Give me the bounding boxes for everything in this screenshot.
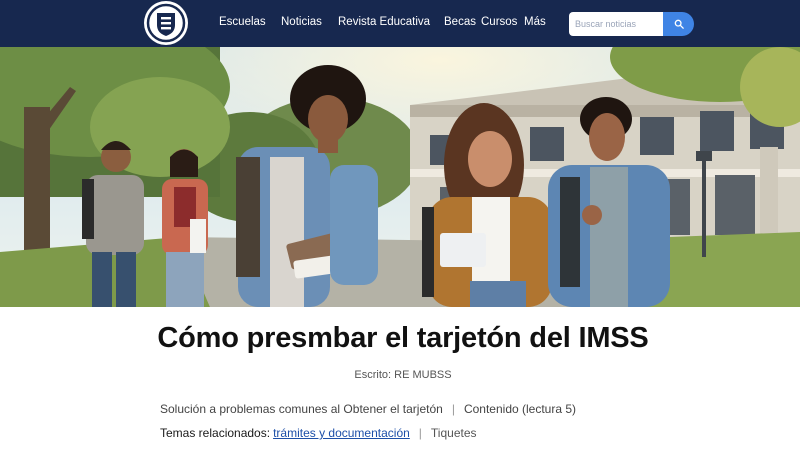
search-bar — [569, 12, 694, 36]
nav-link-mas[interactable]: Más — [524, 16, 546, 28]
nav-link-cursos[interactable]: Cursos — [481, 16, 517, 28]
top-navbar: Escuelas Noticias Revista Educativa Beca… — [0, 0, 800, 47]
meta-divider: | — [451, 402, 455, 416]
nav-link-noticias[interactable]: Noticias — [281, 16, 322, 28]
nav-link-escuelas[interactable]: Escuelas — [219, 16, 266, 28]
nav-link-becas[interactable]: Becas — [444, 16, 476, 28]
search-button[interactable] — [663, 12, 694, 36]
related-topics-label: Temas relacionados: — [160, 426, 271, 440]
related-topics: Temas relacionados: trámites y documenta… — [160, 426, 477, 440]
article-read-time: Contenido (lectura 5) — [463, 402, 577, 416]
university-logo-icon[interactable] — [144, 1, 188, 45]
hero-image — [0, 47, 800, 307]
article-title: Cómo presmbar el tarjetón del IMSS — [157, 322, 649, 354]
related-topic-extra[interactable]: Tiquetes — [431, 426, 477, 440]
search-input[interactable] — [569, 12, 663, 36]
nav-link-revista[interactable]: Revista Educativa — [338, 16, 430, 28]
tags-divider: | — [418, 426, 422, 440]
article-category: Solución a problemas comunes al Obtener … — [160, 402, 443, 416]
students-walking-campus-photo — [0, 47, 800, 307]
article-meta: Solución a problemas comunes al Obtener … — [160, 402, 576, 416]
search-icon — [674, 19, 684, 29]
related-topic-link[interactable]: trámites y documentación — [273, 426, 410, 440]
article-byline: Escrito: RE MUBSS — [354, 369, 452, 381]
